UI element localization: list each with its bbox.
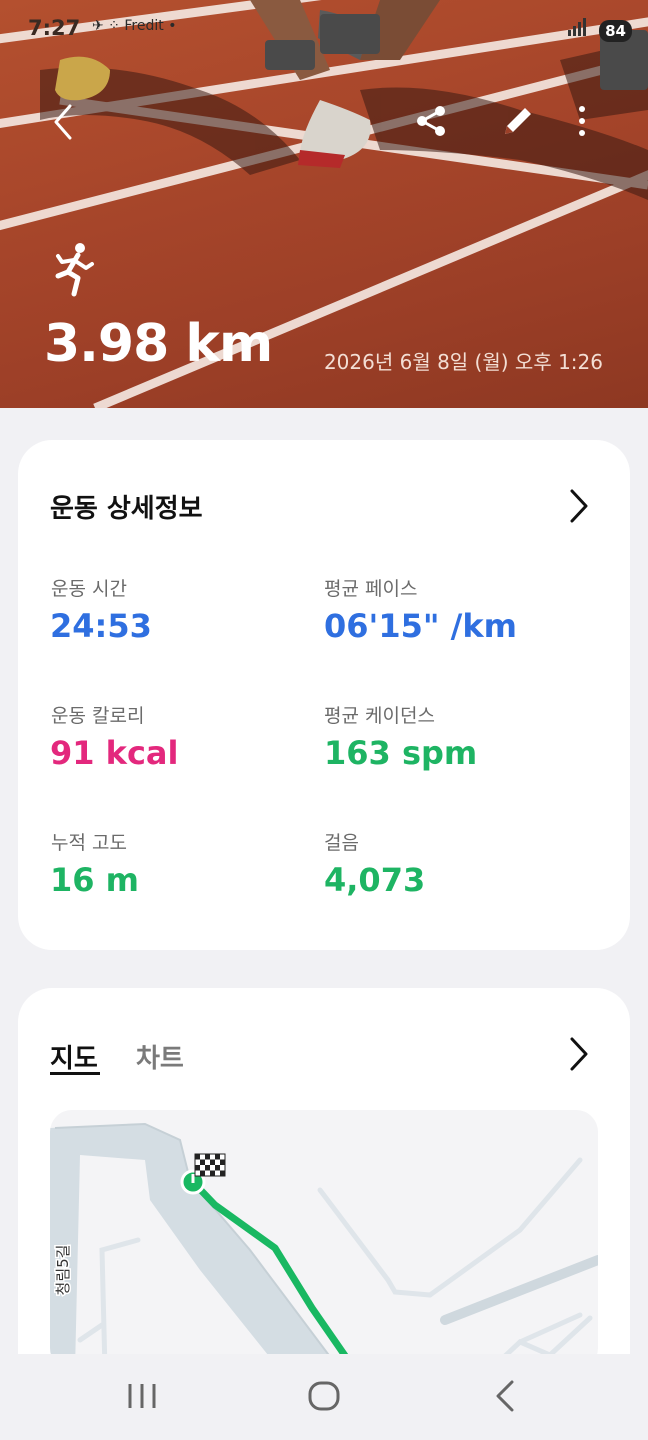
edit-button[interactable] <box>500 103 536 143</box>
back-nav-icon <box>496 1380 514 1412</box>
dot-icon: • <box>168 18 177 34</box>
home-icon <box>308 1381 340 1411</box>
share-icon <box>417 106 445 136</box>
system-nav-bar <box>0 1354 648 1440</box>
stat-value-steps: 4,073 <box>324 861 426 899</box>
map-canvas: 청림5길 <box>50 1122 598 1370</box>
running-icon <box>55 243 94 297</box>
notification-text: Fredit <box>124 18 164 34</box>
route-map[interactable]: 청림5길 <box>50 1110 598 1370</box>
stat-value-calories: 91 kcal <box>50 734 179 772</box>
activity-icon <box>52 242 96 302</box>
more-button[interactable] <box>574 104 590 142</box>
back-button[interactable] <box>48 102 78 146</box>
tab-map[interactable]: 지도 <box>50 1038 98 1075</box>
back-icon <box>54 104 72 140</box>
stat-label-duration: 운동 시간 <box>51 578 127 600</box>
tab-chart[interactable]: 차트 <box>136 1038 184 1075</box>
battery-icon: 84 <box>599 20 632 42</box>
tab-map-indicator <box>50 1072 100 1075</box>
stat-label-steps: 걸음 <box>324 832 359 854</box>
signal-icon <box>568 18 587 36</box>
stat-value-duration: 24:53 <box>50 607 152 645</box>
details-title: 운동 상세정보 <box>50 494 203 524</box>
stat-label-elevation: 누적 고도 <box>51 832 127 854</box>
map-chart-card: 지도 차트 청림5길 <box>18 988 630 1408</box>
nav-back-button[interactable] <box>488 1376 522 1420</box>
status-time: 7:27 <box>28 16 81 40</box>
recents-icon <box>128 1384 156 1408</box>
recents-button[interactable] <box>124 1376 160 1420</box>
chevron-right-icon <box>570 1037 588 1071</box>
distance-value: 3.98 km <box>44 314 273 374</box>
map-more-button[interactable] <box>568 1036 590 1076</box>
status-right: 84 <box>566 18 632 42</box>
share-button[interactable] <box>414 104 448 142</box>
status-bar: 7:27 ✈ ⁘ Fredit • 84 <box>0 0 648 60</box>
stat-label-pace: 평균 페이스 <box>324 578 418 600</box>
workout-details-card: 운동 상세정보 운동 시간 24:53 평균 페이스 06'15" /km 운동… <box>18 440 630 950</box>
stat-value-elevation: 16 m <box>50 861 140 899</box>
edit-icon <box>505 108 531 134</box>
home-button[interactable] <box>304 1376 344 1420</box>
more-icon <box>579 106 585 136</box>
details-more-button[interactable] <box>568 488 590 528</box>
app-notification-icon: ✈ ⁘ <box>92 18 125 34</box>
stat-label-cadence: 평균 케이던스 <box>324 705 435 727</box>
stat-label-calories: 운동 칼로리 <box>51 705 145 727</box>
stat-value-pace: 06'15" /km <box>324 607 517 645</box>
status-notification-icons: ✈ ⁘ Fredit • <box>92 18 176 34</box>
workout-datetime: 2026년 6월 8일 (월) 오후 1:26 <box>323 350 603 374</box>
chevron-right-icon <box>570 489 588 523</box>
hero-banner: 7:27 ✈ ⁘ Fredit • 84 3.98 km 2026년 6월 8일… <box>0 0 648 408</box>
stat-value-cadence: 163 spm <box>324 734 478 772</box>
street-label: 청림5길 <box>54 1245 72 1296</box>
